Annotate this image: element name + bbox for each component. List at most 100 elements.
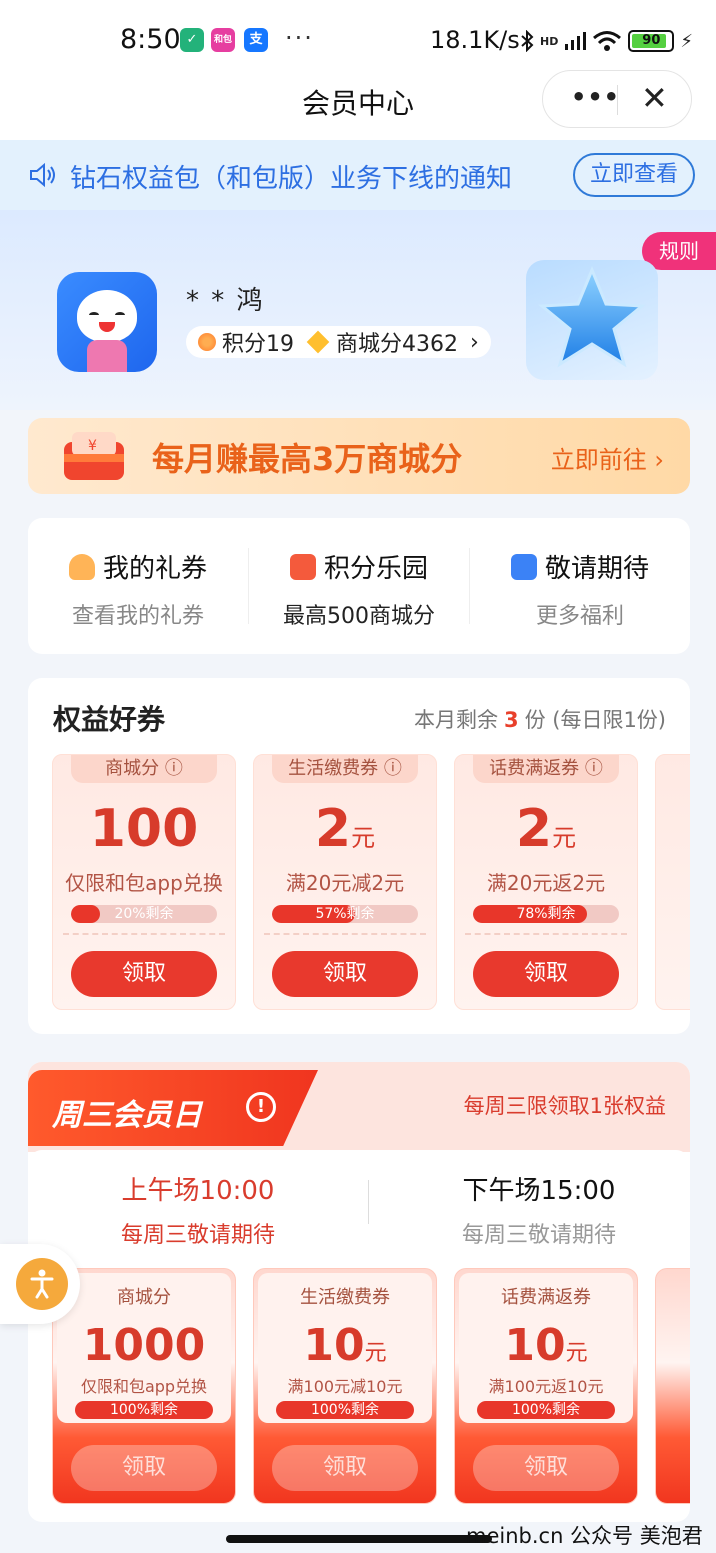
coupon-value: 1000 (82, 1320, 206, 1371)
session-morning[interactable]: 上午场10:00 每周三敬请期待 (28, 1170, 368, 1249)
remaining-label: 57%剩余 (315, 906, 375, 922)
info-icon[interactable]: ! (246, 1092, 276, 1122)
calendar-check-icon (510, 553, 537, 580)
battery-icon: 90 (628, 30, 675, 52)
remaining-count: 3 (503, 708, 519, 732)
user-name: * * 鸿 (186, 286, 265, 316)
claim-button[interactable]: 领取 (272, 951, 418, 997)
banner-title: 每月赚最高3万商城分 (152, 440, 463, 478)
session-afternoon[interactable]: 下午场15:00 每周三敬请期待 (369, 1170, 690, 1249)
remaining-label: 20%剩余 (114, 906, 174, 922)
claim-button-disabled[interactable]: 领取 (71, 1445, 217, 1491)
shortcut-sub: 查看我的礼券 (71, 604, 204, 629)
coupon-value: 100 (89, 799, 199, 859)
member-day-coupon-partial (655, 1268, 690, 1504)
more-menu-icon[interactable]: ••• (571, 83, 620, 111)
member-level-badge[interactable] (526, 260, 658, 380)
coupons-remaining: 本月剩余 3 份 (每日限1份) (413, 708, 666, 732)
avatar-face (77, 290, 137, 342)
avatar[interactable] (57, 272, 157, 372)
wednesday-member-day: 周三会员日 ! 每周三限领取1张权益 上午场10:00 每周三敬请期待 下午场1… (28, 1062, 690, 1522)
coupon-value: 10元 (504, 1320, 588, 1371)
capsule-divider (617, 85, 618, 115)
status-bar: 8:50 ✓ 和包 支 ··· 18.1K/s HD 90 ⚡ (0, 0, 716, 80)
red-envelope-icon: ¥ (64, 432, 124, 480)
coupon-remaining-bar: 57%剩余 (272, 905, 418, 923)
signal-icon (565, 32, 587, 50)
banner-go-button[interactable]: 立即前往 › (551, 440, 664, 475)
shield-app-icon: ✓ (180, 28, 204, 52)
watermark: meinb.cn 公众号 美泡君 (466, 1524, 703, 1548)
status-icons: HD 90 ⚡ (520, 30, 693, 52)
member-day-coupon: 话费满返券 10元 满100元返10元 100%剩余 领取 (454, 1268, 638, 1504)
coupon-type-tag: 话费满返券 ⓘ (473, 755, 619, 783)
coupon-card: 生活缴费券 ⓘ 2元 满20元减2元 57%剩余 领取 (253, 754, 437, 1010)
member-day-limit: 每周三限领取1张权益 (463, 1094, 666, 1118)
coupon-remaining-bar: 78%剩余 (473, 905, 619, 923)
close-icon[interactable]: ✕ (641, 79, 668, 117)
shortcuts-card: 我的礼券 查看我的礼券 积分乐园 最高500商城分 敬请期待 更多福利 (28, 518, 690, 654)
ribbon-badge-icon (68, 553, 95, 580)
shortcut-sub: 更多福利 (535, 604, 624, 629)
bluetooth-icon (521, 30, 534, 52)
mall-points-icon (306, 330, 330, 354)
rules-tag[interactable]: 规则 (642, 232, 716, 270)
network-speed: 18.1K/s (430, 26, 520, 54)
coupon-remaining-bar: 100%剩余 (276, 1401, 414, 1419)
shortcut-points-park[interactable]: 积分乐园 最高500商城分 (249, 518, 469, 654)
status-time: 8:50 (120, 24, 181, 55)
wifi-icon (593, 31, 622, 51)
coupon-type-tag: 商城分 ⓘ (71, 755, 217, 783)
coupon-value: 2元 (314, 799, 376, 859)
coupons-heading: 权益好券 (53, 703, 166, 736)
profile-section: 规则 * * 鸿 积分19 商城分4362 › (0, 210, 716, 410)
member-day-coupon: 生活缴费券 10元 满100元减10元 100%剩余 领取 (253, 1268, 437, 1504)
coupon-value: 2元 (515, 799, 577, 859)
points-icon (198, 333, 216, 351)
hebao-app-icon: 和包 (211, 28, 235, 52)
shortcut-title: 敬请期待 (544, 554, 649, 584)
mall-points-value: 商城分4362 (336, 332, 458, 357)
claim-button-disabled[interactable]: 领取 (272, 1445, 418, 1491)
member-day-coupon: 商城分 1000 仅限和包app兑换 100%剩余 领取 (52, 1268, 236, 1504)
chevron-right-icon: › (470, 329, 479, 355)
coupon-desc: 满100元减10元 (287, 1377, 403, 1396)
remaining-label: 78%剩余 (516, 906, 576, 922)
coupon-desc: 仅限和包app兑换 (80, 1377, 208, 1396)
claim-button[interactable]: 领取 (473, 951, 619, 997)
notice-text: 钻石权益包（和包版）业务下线的通知 (70, 164, 513, 194)
charging-icon: ⚡ (680, 30, 693, 52)
accessibility-float-button[interactable] (0, 1244, 80, 1324)
home-indicator[interactable] (226, 1535, 492, 1543)
shortcut-title: 积分乐园 (323, 554, 428, 584)
title-bar: 会员中心 ••• ✕ (0, 70, 716, 140)
coupon-type-tag: 话费满返券 (501, 1287, 591, 1308)
view-notice-button[interactable]: 立即查看 (573, 153, 695, 197)
speaker-icon (30, 162, 55, 188)
coupon-type-tag: 商城分 (117, 1287, 171, 1308)
claim-button[interactable]: 领取 (71, 951, 217, 997)
shortcut-my-coupons[interactable]: 我的礼券 查看我的礼券 (28, 518, 248, 654)
shortcut-coming-soon[interactable]: 敬请期待 更多福利 (470, 518, 690, 654)
battery-percent: 90 (642, 33, 661, 48)
notice-bar: 钻石权益包（和包版）业务下线的通知 立即查看 (0, 140, 716, 210)
coupon-remaining-bar: 100%剩余 (477, 1401, 615, 1419)
claim-button-disabled[interactable]: 领取 (473, 1445, 619, 1491)
star-icon (538, 266, 646, 368)
score-pill[interactable]: 积分19 商城分4362 › (186, 326, 491, 358)
avatar-body (87, 340, 127, 372)
coupon-type-tag: 生活缴费券 ⓘ (272, 755, 418, 783)
coupon-value: 10元 (303, 1320, 387, 1371)
notification-dots: ··· (285, 24, 314, 52)
coupon-type-tag: 生活缴费券 (300, 1287, 390, 1308)
earn-points-banner[interactable]: ¥ 每月赚最高3万商城分 立即前往 › (28, 418, 690, 494)
coupon-desc: 仅限和包app兑换 (65, 871, 223, 895)
coupon-remaining-bar: 100%剩余 (75, 1401, 213, 1419)
svg-text:¥: ¥ (88, 438, 97, 454)
signal-hd-label: HD (540, 34, 559, 48)
coupon-card: 话费满返券 ⓘ 2元 满20元返2元 78%剩余 领取 (454, 754, 638, 1010)
miniapp-capsule: ••• ✕ (542, 70, 692, 128)
benefit-coupons-card: 权益好券 本月剩余 3 份 (每日限1份) 商城分 ⓘ 100 仅限和包app兑换 … (28, 678, 690, 1034)
session-tabs: 上午场10:00 每周三敬请期待 下午场15:00 每周三敬请期待 (28, 1150, 690, 1262)
coupon-remaining-bar: 20%剩余 (71, 905, 217, 923)
